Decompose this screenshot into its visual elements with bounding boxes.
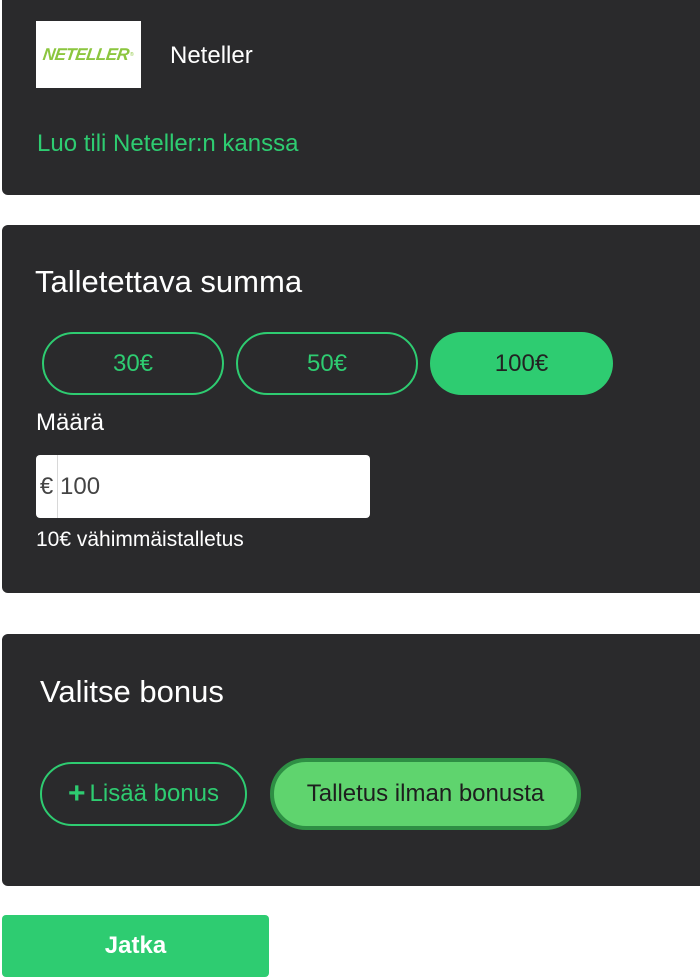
add-bonus-label: Lisää bonus <box>89 780 219 807</box>
continue-button[interactable]: Jatka <box>2 915 269 977</box>
amount-input[interactable] <box>58 455 370 518</box>
currency-symbol: € <box>36 455 58 518</box>
bonus-title: Valitse bonus <box>40 674 224 709</box>
preset-amount-50-button[interactable]: 50€ <box>236 332 418 395</box>
logo-registered-mark: ® <box>130 51 134 58</box>
minimum-deposit-note: 10€ vähimmäistalletus <box>36 528 244 551</box>
bonus-card: Valitse bonus + Lisää bonus Talletus ilm… <box>2 634 700 886</box>
plus-icon: + <box>68 777 86 810</box>
deposit-amount-title: Talletettava summa <box>35 264 303 299</box>
amount-label: Määrä <box>36 409 105 436</box>
no-bonus-button[interactable]: Talletus ilman bonusta <box>270 758 581 830</box>
amount-input-group: € <box>36 455 370 518</box>
neteller-logo: NETELLER ® <box>36 21 141 88</box>
create-account-link[interactable]: Luo tili Neteller:n kanssa <box>37 130 298 158</box>
provider-name: Neteller <box>170 42 253 69</box>
preset-amount-30-button[interactable]: 30€ <box>42 332 224 395</box>
logo-text: NETELLER <box>42 44 131 64</box>
deposit-amount-card: Talletettava summa 30€ 50€ 100€ Määrä € … <box>2 225 700 593</box>
add-bonus-button[interactable]: + Lisää bonus <box>40 762 247 826</box>
payment-provider-card: NETELLER ® Neteller Luo tili Neteller:n k… <box>2 0 700 195</box>
preset-amount-100-button[interactable]: 100€ <box>430 332 613 395</box>
